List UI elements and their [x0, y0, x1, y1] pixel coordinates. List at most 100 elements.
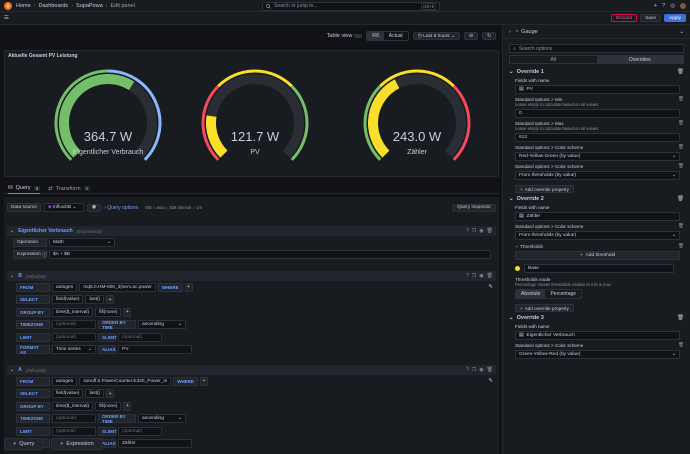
query-ref-id[interactable]: B	[18, 273, 22, 279]
viz-picker[interactable]: ◔ Gauge	[515, 29, 538, 35]
measurement-select[interactable]: sonoff.0.PowerCounter.E320_Power_in	[79, 376, 172, 386]
field-select[interactable]: field(value)	[52, 389, 84, 399]
plus-icon[interactable]: +	[654, 3, 657, 9]
trash-icon[interactable]: 🗑	[677, 69, 684, 75]
color-scheme-select[interactable]: From thresholds (by value) ⌄	[515, 171, 680, 180]
viz-dropdown-icon[interactable]: ⌄	[679, 29, 684, 35]
help-icon[interactable]: ?	[466, 273, 469, 279]
query-inspector-button[interactable]: Query inspector	[452, 203, 496, 212]
limit-input[interactable]: (optional)	[52, 426, 96, 436]
order-select[interactable]: ascending ⌄	[138, 320, 186, 330]
time-group[interactable]: time($_interval)	[52, 307, 94, 317]
pencil-icon[interactable]: ✎	[488, 284, 493, 290]
order-select[interactable]: ascending ⌄	[138, 414, 186, 424]
time-group[interactable]: time($_interval)	[52, 401, 94, 411]
override-title[interactable]: Override 2	[517, 196, 544, 202]
eye-icon[interactable]: ◉	[479, 228, 483, 234]
trash-icon[interactable]: 🗑	[487, 367, 493, 373]
query-options-toggle[interactable]: › Query options	[104, 205, 138, 211]
apply-button[interactable]: Apply	[664, 14, 686, 22]
avatar[interactable]	[680, 2, 686, 9]
query-ref-id[interactable]: Eigentlicher Verbrauch	[18, 228, 72, 234]
trash-icon[interactable]: 🗑	[678, 163, 684, 169]
timezone-input[interactable]: (optional)	[52, 320, 96, 330]
add-query-button[interactable]: + Query	[4, 438, 44, 450]
add-override-property-button[interactable]: + Add override property	[515, 185, 574, 193]
news-icon[interactable]: ◎	[670, 3, 675, 9]
color-scheme-select[interactable]: From thresholds (by value) ⌄	[515, 231, 680, 240]
retention-policy[interactable]: autogen	[52, 376, 78, 386]
breadcrumb-dashboard[interactable]: SupaPowa	[76, 3, 103, 9]
aggregation-select[interactable]: last()	[85, 295, 105, 305]
thresholds-mode[interactable]: Absolute Percentage	[515, 289, 583, 299]
slimit-input[interactable]: (optional)	[118, 332, 162, 342]
actual-option[interactable]: Actual	[384, 32, 408, 40]
breadcrumb-home[interactable]: Home	[16, 3, 31, 9]
absolute-option[interactable]: Absolute	[516, 290, 546, 298]
trash-icon[interactable]: 🗑	[678, 243, 684, 249]
datasource-settings-button[interactable]: ◉	[86, 203, 102, 212]
menu-icon[interactable]: ☰	[4, 15, 9, 21]
add-override-property-button[interactable]: + Add override property	[515, 304, 574, 312]
field-name-select[interactable]: ▤ Zähler	[515, 212, 680, 221]
color-scheme-select[interactable]: Red-Yellow-Green (by value) ⌄	[515, 152, 680, 161]
format-select[interactable]: Time series⌄	[52, 345, 96, 355]
help-icon[interactable]: ?	[662, 3, 665, 9]
grafana-logo[interactable]	[4, 2, 12, 10]
refresh-button[interactable]: ↻	[481, 32, 496, 40]
override-title[interactable]: Override 3	[517, 315, 544, 321]
timezone-input[interactable]: (optional)	[52, 414, 96, 424]
color-scheme-select[interactable]: Green-Yellow-Red (by value) ⌄	[515, 350, 680, 359]
min-input[interactable]: 0	[515, 109, 680, 118]
collapse-pane-icon[interactable]: ›	[509, 29, 511, 35]
retention-policy[interactable]: autogen	[52, 282, 78, 292]
table-view-toggle[interactable]: Table view	[327, 33, 363, 39]
trash-icon[interactable]: 🗑	[487, 273, 493, 279]
add-select-button[interactable]: +	[106, 295, 115, 305]
trash-icon[interactable]: 🗑	[677, 196, 684, 202]
save-button[interactable]: Save	[640, 14, 661, 22]
percentage-option[interactable]: Percentage	[545, 290, 581, 298]
tab-query[interactable]: ⛁ Query 3	[8, 183, 41, 194]
pencil-icon[interactable]: ✎	[488, 378, 493, 384]
measurement-select[interactable]: mqtt.0.HM-600_3(sem.ac.power	[79, 282, 156, 292]
breadcrumb-dashboards[interactable]: Dashboards	[39, 3, 69, 9]
eye-icon[interactable]: ◉	[479, 273, 483, 279]
tab-transform[interactable]: ⇄ Transform 0	[48, 183, 91, 194]
trash-icon[interactable]: 🗑	[678, 96, 684, 102]
trash-icon[interactable]: 🗑	[487, 228, 493, 234]
add-group-button[interactable]: +	[123, 401, 132, 411]
options-search-input[interactable]: ⌕ Search options	[509, 44, 684, 53]
datasource-picker[interactable]: ◈ InfluxDB ⌄	[43, 203, 84, 212]
query-ref-id[interactable]: A	[18, 367, 22, 373]
add-select-button[interactable]: +	[106, 389, 115, 399]
tab-all[interactable]: All	[510, 56, 597, 63]
field-select[interactable]: field(value)	[52, 295, 84, 305]
add-expression-button[interactable]: + Expression	[51, 438, 103, 450]
time-range-picker[interactable]: ◷ Last 9 hours ⌄	[412, 32, 460, 40]
trash-icon[interactable]: 🗑	[678, 342, 684, 348]
trash-icon[interactable]: 🗑	[678, 223, 684, 229]
field-name-select[interactable]: ▤ PV	[515, 85, 680, 94]
threshold-color-swatch[interactable]	[515, 266, 520, 271]
duplicate-icon[interactable]: ❐	[472, 367, 476, 373]
view-mode-selector[interactable]: Fill Actual	[366, 31, 409, 41]
alias-input[interactable]: Zähler	[118, 439, 192, 449]
global-search-input[interactable]: Search or jump to... ctrl+k	[262, 1, 440, 11]
zoom-out-button[interactable]: ⊖	[463, 32, 478, 40]
duplicate-icon[interactable]: ❐	[472, 228, 476, 234]
slimit-input[interactable]: (optional)	[118, 426, 162, 436]
aggregation-select[interactable]: last()	[85, 389, 105, 399]
trash-icon[interactable]: 🗑	[678, 120, 684, 126]
tab-overrides[interactable]: Overrides	[596, 56, 683, 63]
add-threshold-button[interactable]: + Add threshold	[515, 251, 680, 260]
trash-icon[interactable]: 🗑	[678, 144, 684, 150]
override-title[interactable]: Override 1	[517, 69, 544, 75]
duplicate-icon[interactable]: ❐	[472, 273, 476, 279]
add-group-button[interactable]: +	[123, 307, 132, 317]
limit-input[interactable]: (optional)	[52, 332, 96, 342]
field-name-select[interactable]: ▤ Eigentlicher Verbrauch	[515, 331, 680, 340]
fill-select[interactable]: fill(none)	[95, 307, 122, 317]
help-icon[interactable]: ?	[466, 367, 469, 373]
help-icon[interactable]: ?	[466, 228, 469, 234]
